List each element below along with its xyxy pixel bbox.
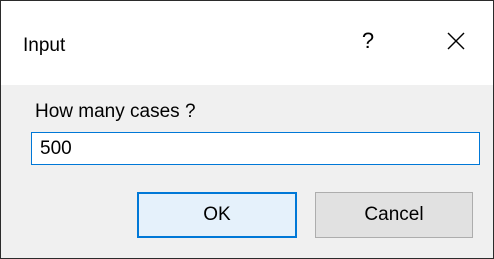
close-icon: [447, 32, 465, 50]
ok-button-label: OK: [203, 204, 231, 225]
title-bar: Input ?: [1, 1, 493, 85]
prompt-label: How many cases ?: [35, 101, 196, 122]
cancel-button-label: Cancel: [364, 204, 424, 225]
dialog-title: Input: [23, 35, 66, 56]
cancel-button[interactable]: Cancel: [315, 192, 473, 238]
cases-input[interactable]: [31, 132, 480, 165]
help-icon: ?: [361, 28, 375, 53]
help-button[interactable]: ?: [346, 19, 390, 63]
ok-button[interactable]: OK: [137, 192, 297, 238]
input-dialog: Input ? How many cases ? OK Cancel: [0, 0, 494, 259]
close-button[interactable]: [431, 19, 481, 63]
